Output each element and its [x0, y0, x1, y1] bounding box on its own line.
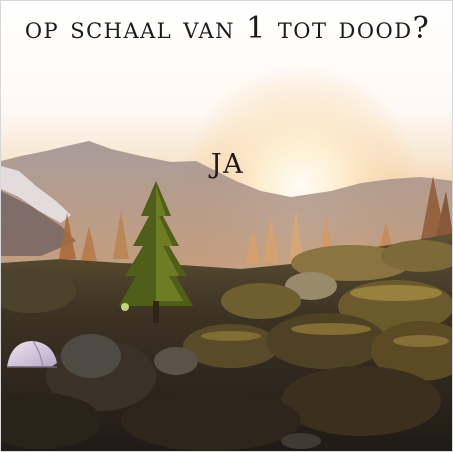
lens-flare [121, 303, 129, 311]
meme-question-text: op schaal van 1 tot dood? [24, 11, 431, 46]
meme-answer-text: JA [210, 149, 245, 180]
sunset-mountain-photo [1, 1, 452, 451]
meme-image-frame: op schaal van 1 tot dood? JA [0, 0, 453, 452]
